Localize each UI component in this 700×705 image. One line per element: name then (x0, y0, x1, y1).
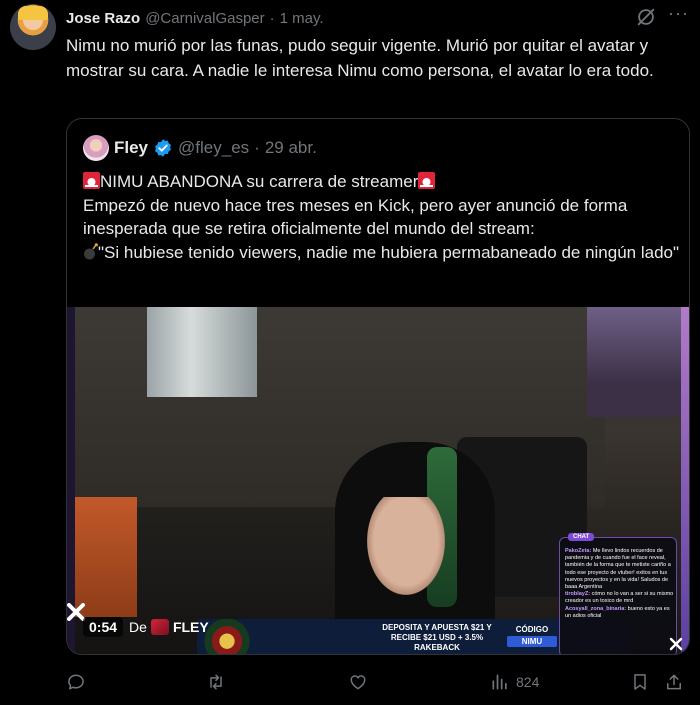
grok-icon[interactable] (635, 6, 657, 28)
chat-tag: CHAT (568, 533, 595, 541)
video-frame-detail (367, 497, 445, 595)
ad-line-2: RECIBE $21 USD + 3.5% (390, 633, 484, 642)
reply-icon (68, 674, 84, 690)
verified-badge-icon (155, 139, 171, 157)
quoted-header: Fley @fley_es · 29 abr. (83, 135, 317, 161)
like-icon (350, 675, 366, 690)
share-button[interactable] (664, 670, 684, 694)
like-button[interactable] (348, 670, 368, 694)
video-frame-detail (587, 307, 689, 417)
stream-chat-overlay: CHAT PakoZeta: Me llevo lindos recuerdos… (559, 533, 677, 654)
siren-icon (418, 172, 436, 189)
ad-code-value: NIMU (507, 636, 557, 647)
bomb-icon (83, 242, 98, 260)
views-count: 824 (516, 674, 540, 690)
video-source-prefix: De (129, 619, 147, 635)
close-icon[interactable] (669, 637, 683, 651)
views-icon (492, 674, 507, 690)
quoted-headline: NIMU ABANDONA su carrera de streamer (100, 172, 419, 191)
repost-icon (210, 674, 222, 690)
video-player[interactable]: DEPOSITA Y APUESTA $21 Y RECIBE $21 USD … (67, 307, 689, 654)
quoted-text: NIMU ABANDONA su carrera de streamer Emp… (83, 170, 683, 264)
share-icon (667, 674, 681, 690)
video-source[interactable]: De FLEY (129, 619, 209, 635)
quoted-handle[interactable]: @fley_es (178, 138, 249, 158)
video-frame-detail (681, 307, 689, 654)
tweet[interactable]: Jose Razo @CarnivalGasper · 1 may. ··· N… (0, 0, 700, 705)
channel-logo-icon (150, 619, 169, 635)
video-frame-detail (147, 307, 257, 397)
ad-code-label: CÓDIGO (515, 625, 549, 634)
bookmark-button[interactable] (630, 670, 650, 694)
video-overlay: 0:54 De FLEY (83, 615, 209, 639)
quoted-tweet[interactable]: Fley @fley_es · 29 abr. NIMU ABANDONA su… (66, 118, 690, 655)
post-text: Nimu no murió por las funas, pudo seguir… (66, 36, 654, 80)
quoted-avatar[interactable] (83, 135, 109, 161)
chat-lines: PakoZeta: Me llevo lindos recuerdos de p… (565, 548, 675, 620)
quoted-separator: · (254, 138, 260, 157)
ad-line-1: DEPOSITA Y APUESTA $21 Y (382, 623, 492, 632)
video-source-channel[interactable]: FLEY (173, 619, 209, 635)
quoted-line-2: Empezó de nuevo hace tres meses en Kick,… (83, 195, 628, 239)
post-date[interactable]: 1 may. (280, 10, 324, 27)
video-frame-detail (75, 497, 137, 617)
more-icon[interactable]: ··· (668, 4, 690, 26)
author-avatar[interactable] (10, 4, 56, 50)
quoted-date[interactable]: 29 abr. (265, 138, 317, 158)
siren-icon (83, 172, 100, 189)
chat-line: tirobIayZ: cómo no lo van a ser si su mi… (565, 591, 674, 605)
ad-code: CÓDIGO NIMU (502, 625, 562, 650)
ad-line-3: RAKEBACK (414, 643, 460, 652)
views-button[interactable]: 824 (490, 670, 539, 694)
reply-button[interactable] (66, 670, 86, 694)
bookmark-icon (634, 674, 646, 690)
action-bar: 824 (66, 670, 692, 694)
tweet-header: Jose Razo @CarnivalGasper · 1 may. (66, 8, 324, 28)
repost-button[interactable] (206, 670, 226, 694)
author-name[interactable]: Jose Razo (66, 10, 140, 27)
video-duration: 0:54 (83, 617, 124, 637)
author-handle[interactable]: @CarnivalGasper (145, 10, 264, 27)
chat-line: Acosyall_zona_binaria: bueno esto ya es … (565, 605, 670, 619)
quoted-quote: "Si hubiese tenido viewers, nadie me hub… (98, 242, 680, 262)
ad-promo-text: DEPOSITA Y APUESTA $21 Y RECIBE $21 USD … (372, 623, 502, 653)
chat-line: PakoZeta: Me llevo lindos recuerdos de p… (565, 548, 671, 591)
header-separator: · (269, 9, 275, 27)
quoted-name[interactable]: Fley (114, 138, 148, 158)
